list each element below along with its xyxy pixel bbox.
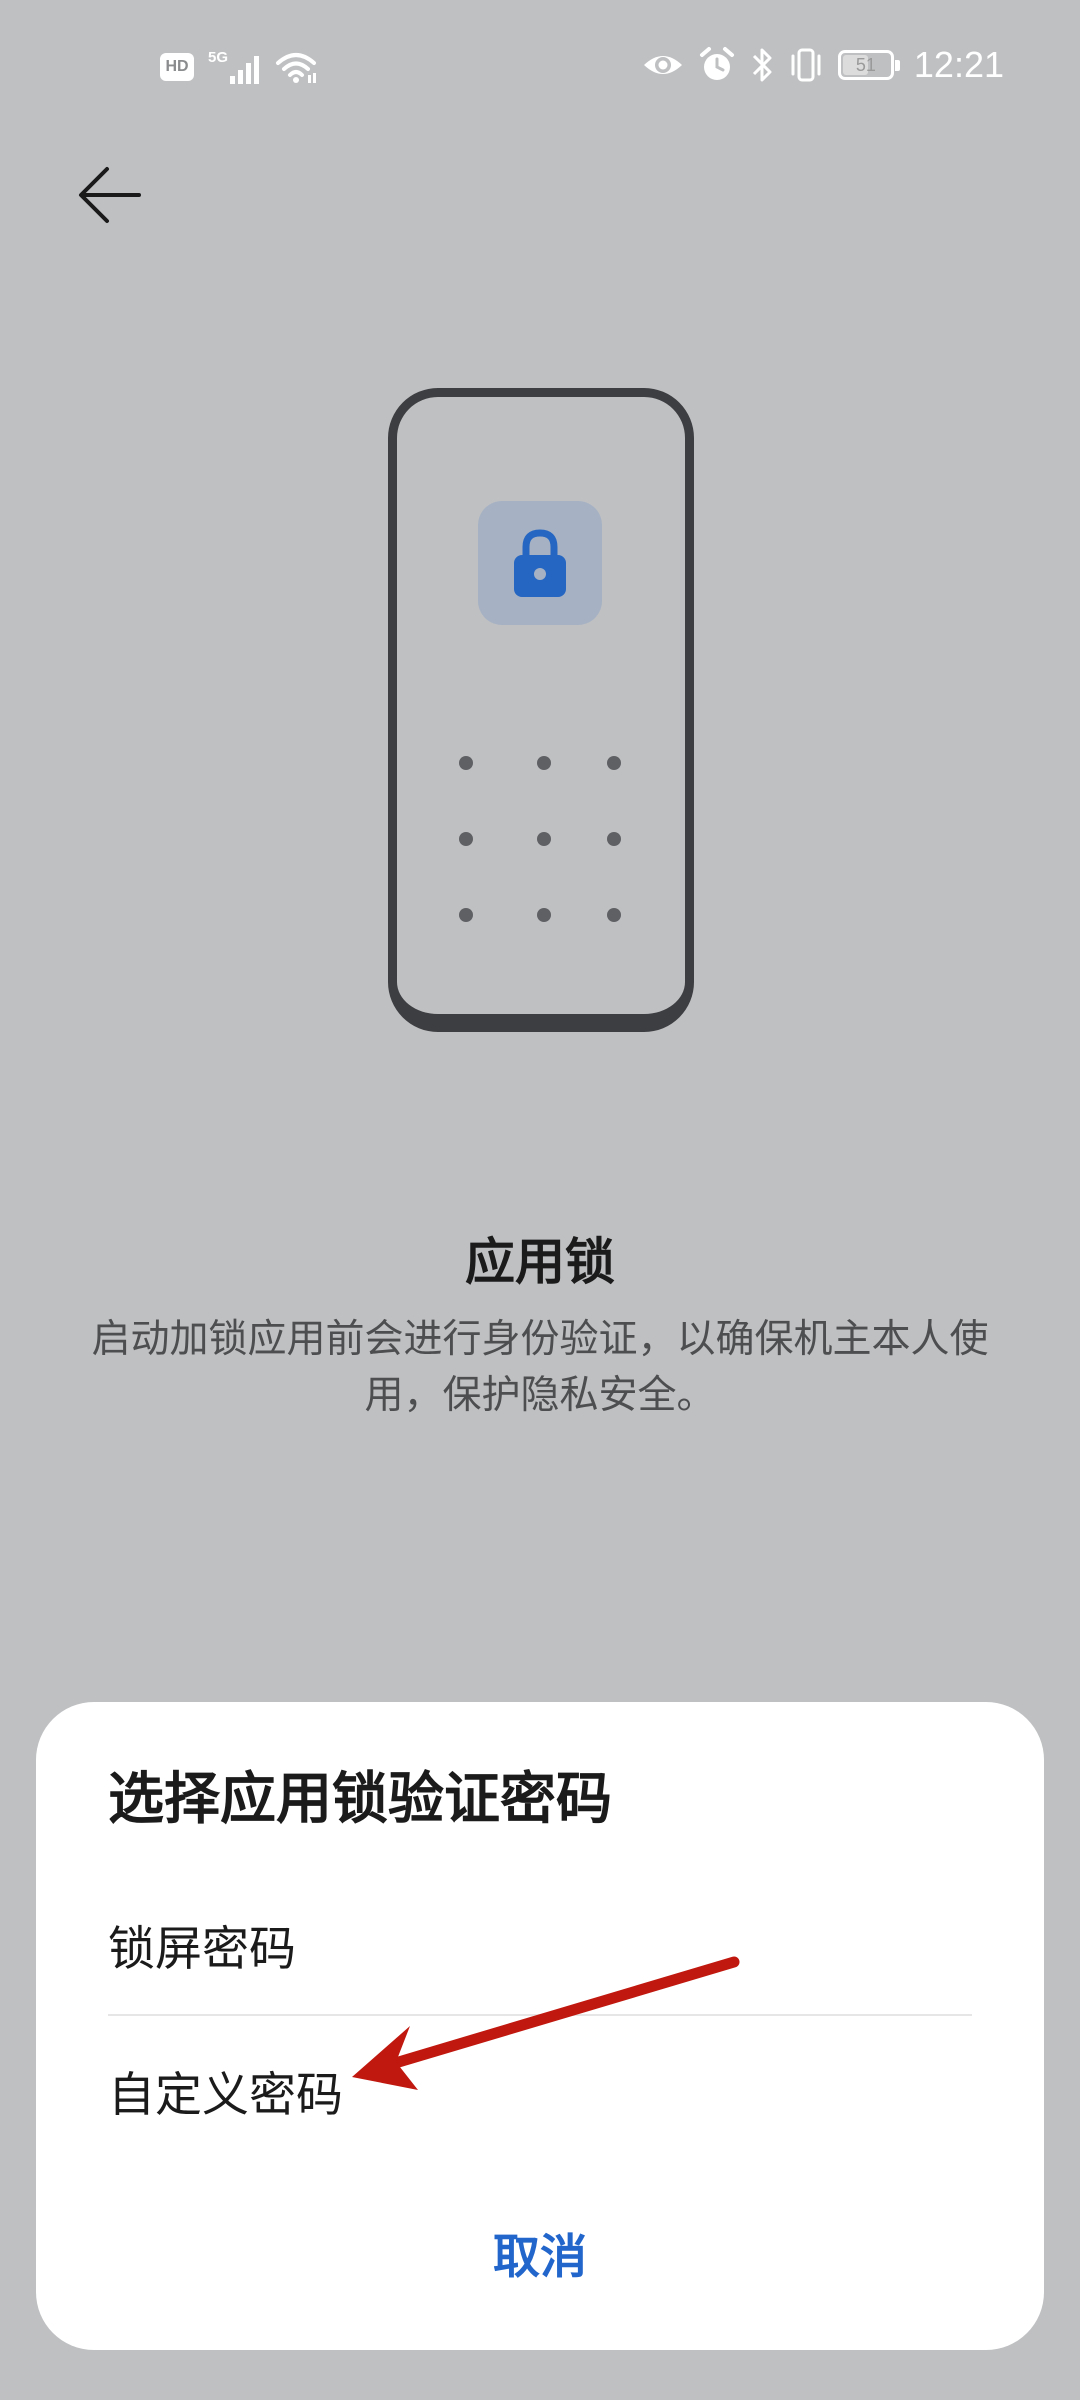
eye-icon (642, 49, 684, 81)
hd-icon: HD (160, 53, 194, 81)
signal-5g-icon: 5G (206, 48, 262, 86)
pattern-dot (537, 908, 551, 922)
lock-tile (478, 501, 602, 625)
back-button[interactable] (64, 150, 154, 240)
lock-icon (514, 529, 566, 597)
page-title: 应用锁 (465, 1233, 615, 1291)
option-custom-password[interactable]: 自定义密码 (108, 2030, 972, 2150)
vibrate-icon (788, 46, 824, 84)
pattern-dot-grid (459, 756, 621, 922)
pattern-dot (459, 832, 473, 846)
arrow-left-icon (79, 167, 141, 223)
status-bar-right: 51 12:21 (642, 44, 1004, 86)
bluetooth-icon (750, 46, 774, 84)
network-label: 5G (208, 49, 228, 66)
pattern-dot (537, 832, 551, 846)
page-description: 启动加锁应用前会进行身份验证，以确保机主本人使用，保护隐私安全。 (91, 1317, 989, 1418)
option-lock-screen-password[interactable]: 锁屏密码 (108, 1884, 972, 2004)
pattern-dot (537, 756, 551, 770)
status-bar: HD 5G 51 12:21 (0, 0, 1080, 140)
sheet-title: 选择应用锁验证密码 (108, 1767, 612, 1832)
password-type-sheet: 选择应用锁验证密码 锁屏密码 自定义密码 取消 (36, 1702, 1044, 2350)
wifi-icon (274, 49, 318, 85)
pattern-dot (459, 908, 473, 922)
pattern-dot (459, 756, 473, 770)
status-time: 12:21 (913, 44, 1004, 85)
pattern-dot (607, 908, 621, 922)
battery-icon: 51 (837, 50, 900, 80)
phone-illustration (388, 388, 694, 1032)
battery-level: 51 (855, 54, 876, 75)
status-bar-left: HD 5G (160, 48, 318, 86)
cancel-button[interactable]: 取消 (390, 2202, 690, 2302)
pattern-dot (607, 832, 621, 846)
pattern-dot (607, 756, 621, 770)
alarm-icon (698, 46, 736, 84)
divider (108, 2014, 972, 2016)
